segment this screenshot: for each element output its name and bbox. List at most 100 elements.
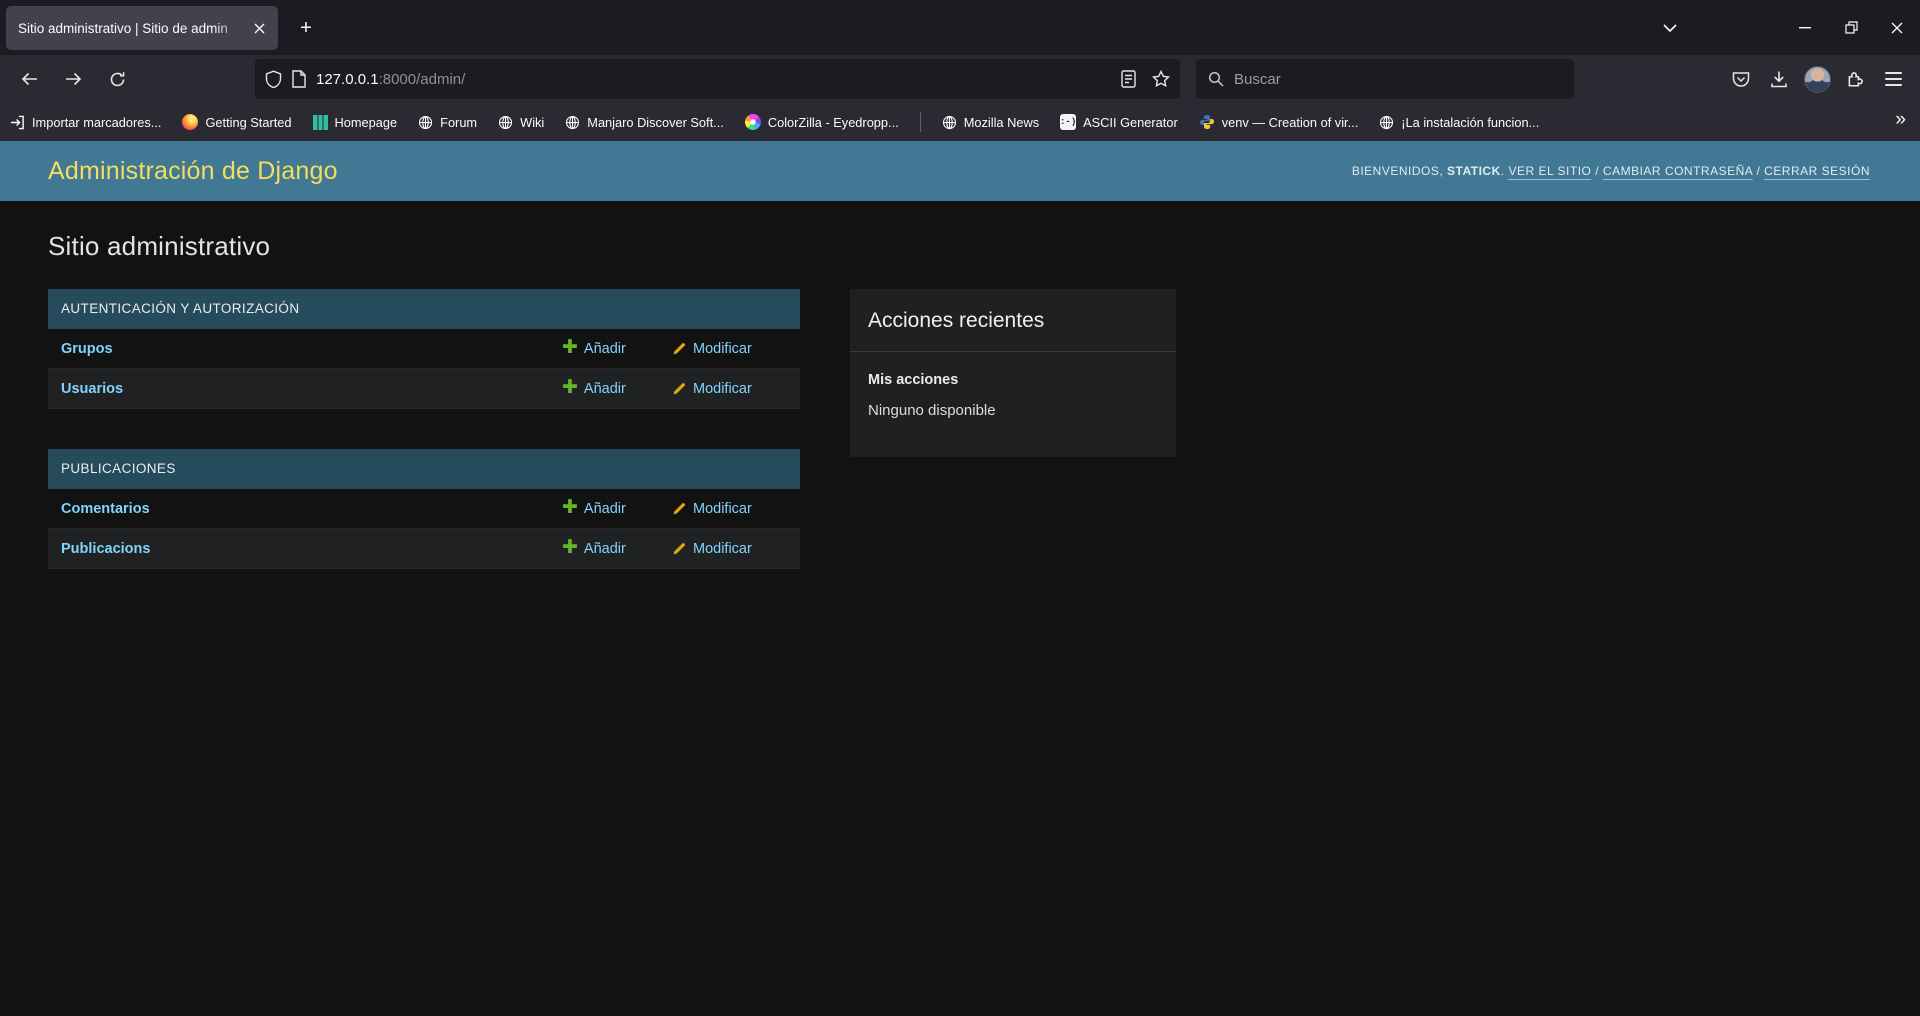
username: STATICK	[1447, 164, 1501, 178]
change-link[interactable]: Modificar	[693, 381, 752, 397]
browser-navbar: 127.0.0.1:8000/admin/ Buscar	[0, 55, 1920, 103]
colorzilla-icon	[745, 114, 761, 130]
tab-close-icon[interactable]	[248, 17, 270, 39]
forward-button[interactable]	[56, 62, 90, 96]
bookmark-manjaro-discover[interactable]: Manjaro Discover Soft...	[565, 115, 724, 130]
add-link[interactable]: Añadir	[584, 541, 626, 557]
module-caption[interactable]: AUTENTICACIÓN Y AUTORIZACIÓN	[48, 289, 800, 329]
page-title: Sitio administrativo	[48, 231, 1920, 262]
search-bar[interactable]: Buscar	[1196, 59, 1574, 99]
bookmarks-overflow-chevron[interactable]: »	[1895, 109, 1906, 131]
profile-avatar[interactable]	[1800, 62, 1834, 96]
avatar-photo	[1804, 66, 1831, 93]
site-name-link[interactable]: Administración de Django	[48, 157, 338, 186]
import-icon	[10, 115, 25, 130]
bookmark-getting-started[interactable]: Getting Started	[182, 114, 291, 130]
table-row: Comentarios ✚ Añadir Modificar	[48, 489, 800, 529]
none-available-text: Ninguno disponible	[868, 402, 1158, 419]
globe-icon	[418, 115, 433, 130]
user-tools: BIENVENIDOS, STATICK. VER EL SITIO / CAM…	[1352, 164, 1870, 178]
module-caption[interactable]: PUBLICACIONES	[48, 449, 800, 489]
tab-list-dropdown-icon[interactable]	[1650, 0, 1690, 55]
django-header: Administración de Django BIENVENIDOS, ST…	[0, 141, 1920, 201]
search-icon	[1208, 71, 1224, 87]
restore-button[interactable]	[1828, 0, 1874, 55]
url-bar[interactable]: 127.0.0.1:8000/admin/	[255, 59, 1180, 99]
browser-tab[interactable]: Sitio administrativo | Sitio de admin	[6, 6, 278, 50]
bookmark-homepage[interactable]: Homepage	[313, 115, 398, 130]
bookmark-star-icon[interactable]	[1152, 70, 1170, 88]
module-publicaciones: PUBLICACIONES Comentarios ✚ Añadir Modif…	[48, 449, 800, 569]
change-link[interactable]: Modificar	[693, 541, 752, 557]
add-link[interactable]: Añadir	[584, 501, 626, 517]
bookmark-wiki[interactable]: Wiki	[498, 115, 544, 130]
bookmarks-bar: Importar marcadores... Getting Started H…	[0, 103, 1920, 141]
change-link[interactable]: Modificar	[693, 501, 752, 517]
globe-icon	[498, 115, 513, 130]
globe-icon	[1379, 115, 1394, 130]
change-password-link[interactable]: CAMBIAR CONTRASEÑA	[1603, 164, 1753, 178]
url-path: :8000/admin/	[379, 71, 466, 88]
module-auth: AUTENTICACIÓN Y AUTORIZACIÓN Grupos ✚ Añ…	[48, 289, 800, 409]
recent-actions-title: Acciones recientes	[850, 289, 1176, 352]
model-link-grupos[interactable]: Grupos	[61, 341, 113, 357]
url-text[interactable]: 127.0.0.1:8000/admin/	[316, 71, 465, 88]
pencil-icon	[672, 341, 687, 356]
pencil-icon	[672, 501, 687, 516]
welcome-label: BIENVENIDOS,	[1352, 164, 1443, 178]
reload-button[interactable]	[100, 62, 134, 96]
change-link[interactable]: Modificar	[693, 341, 752, 357]
firefox-icon	[182, 114, 198, 130]
shield-icon[interactable]	[265, 70, 282, 89]
add-icon: ✚	[562, 498, 578, 517]
globe-icon	[565, 115, 580, 130]
add-link[interactable]: Añadir	[584, 381, 626, 397]
add-link[interactable]: Añadir	[584, 341, 626, 357]
toolbar-right-icons	[1724, 55, 1910, 103]
recent-actions-module: Acciones recientes Mis acciones Ninguno …	[850, 289, 1176, 457]
logout-link[interactable]: CERRAR SESIÓN	[1764, 164, 1870, 178]
table-row: Grupos ✚ Añadir Modificar	[48, 329, 800, 369]
screen: Sitio administrativo | Sitio de admin +	[0, 0, 1920, 1016]
tab-title: Sitio administrativo | Sitio de admin	[18, 21, 248, 36]
bookmark-ascii-generator[interactable]: :-) ASCII Generator	[1060, 114, 1178, 130]
back-button[interactable]	[12, 62, 46, 96]
table-row: Publicacions ✚ Añadir Modificar	[48, 529, 800, 569]
bookmark-import[interactable]: Importar marcadores...	[10, 115, 161, 130]
bookmark-mozilla-news[interactable]: Mozilla News	[942, 115, 1039, 130]
pencil-icon	[672, 381, 687, 396]
bookmark-venv[interactable]: venv — Creation of vir...	[1199, 114, 1359, 130]
bookmark-forum[interactable]: Forum	[418, 115, 477, 130]
bookmark-colorzilla[interactable]: ColorZilla - Eyedropp...	[745, 114, 899, 130]
pencil-icon	[672, 541, 687, 556]
bookmark-instalacion[interactable]: ¡La instalación funcion...	[1379, 115, 1539, 130]
model-link-publicacions[interactable]: Publicacions	[61, 541, 150, 557]
extensions-puzzle-icon[interactable]	[1838, 62, 1872, 96]
hamburger-bars	[1885, 72, 1902, 87]
model-link-comentarios[interactable]: Comentarios	[61, 501, 150, 517]
new-tab-button[interactable]: +	[292, 14, 320, 42]
menu-hamburger-icon[interactable]	[1876, 62, 1910, 96]
add-icon: ✚	[562, 338, 578, 357]
browser-titlebar: Sitio administrativo | Sitio de admin +	[0, 0, 1920, 55]
dashboard-modules: AUTENTICACIÓN Y AUTORIZACIÓN Grupos ✚ Añ…	[48, 289, 800, 609]
view-site-link[interactable]: VER EL SITIO	[1508, 164, 1591, 178]
download-icon[interactable]	[1762, 62, 1796, 96]
manjaro-icon	[313, 115, 328, 130]
reader-mode-icon[interactable]	[1121, 70, 1136, 88]
pocket-icon[interactable]	[1724, 62, 1758, 96]
window-controls	[1782, 0, 1920, 55]
page-info-icon[interactable]	[292, 70, 306, 88]
add-icon: ✚	[562, 538, 578, 557]
minimize-button[interactable]	[1782, 0, 1828, 55]
table-row: Usuarios ✚ Añadir Modificar	[48, 369, 800, 409]
ascii-icon: :-)	[1060, 114, 1076, 130]
search-placeholder: Buscar	[1234, 71, 1281, 88]
my-actions-subtitle: Mis acciones	[868, 372, 1158, 388]
django-content: Sitio administrativo AUTENTICACIÓN Y AUT…	[0, 201, 1920, 1016]
model-link-usuarios[interactable]: Usuarios	[61, 381, 123, 397]
add-icon: ✚	[562, 378, 578, 397]
nav-buttons	[12, 55, 134, 103]
url-host: 127.0.0.1	[316, 71, 379, 88]
close-window-button[interactable]	[1874, 0, 1920, 55]
